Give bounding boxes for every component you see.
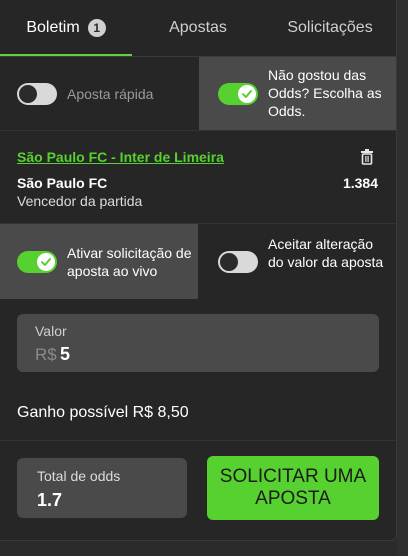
selection-odds: 1.384 [342, 175, 378, 191]
stake-currency: R$ [35, 345, 57, 364]
tab-apostas-label: Apostas [169, 19, 227, 36]
tab-boletim-label: Boletim [26, 19, 80, 36]
quick-bet-label: Aposta rápida [67, 86, 154, 102]
tab-bar: Boletim 1 Apostas Solicitações [0, 0, 396, 56]
choose-odds-cell: Não gostou das Odds? Escolha as Odds. [199, 57, 396, 130]
stake-amount-input[interactable]: 5 [60, 344, 70, 365]
toggle-knob [238, 85, 256, 103]
bet-slip-panel: Boletim 1 Apostas Solicitações Aposta rá… [0, 0, 397, 541]
tab-solicitacoes-label: Solicitações [287, 19, 373, 36]
toggle-knob [37, 253, 55, 271]
tab-boletim[interactable]: Boletim 1 [0, 0, 132, 56]
trash-icon[interactable] [360, 149, 374, 170]
check-icon [242, 90, 252, 98]
accept-change-label: Aceitar alteração do valor da aposta [268, 236, 384, 270]
toggle-knob [220, 253, 238, 271]
stake-label: Valor [35, 323, 67, 339]
page-edge [397, 0, 408, 556]
live-request-toggle[interactable] [17, 251, 57, 273]
bet-selection: São Paulo FC - Inter de Limeira São Paul… [0, 130, 396, 224]
accept-change-toggle[interactable] [218, 251, 258, 273]
toggle-knob [19, 85, 37, 103]
page-edge-bottom [0, 541, 397, 556]
tab-apostas[interactable]: Apostas [132, 0, 264, 56]
choose-odds-label: Não gostou das Odds? Escolha as Odds. [268, 67, 382, 119]
stake-field[interactable]: Valor R$ 5 [17, 314, 379, 372]
selection-name: São Paulo FC [17, 175, 108, 191]
check-icon [41, 258, 51, 266]
total-odds-value: 1.7 [37, 490, 63, 510]
total-odds-box: Total de odds 1.7 [17, 458, 187, 518]
total-odds-label: Total de odds [37, 468, 121, 484]
quick-bet-toggle[interactable] [17, 83, 57, 105]
tab-solicitacoes[interactable]: Solicitações [264, 0, 396, 56]
divider [0, 440, 396, 441]
options-row-mid: Ativar solicitação de aposta ao vivo Ace… [0, 223, 396, 299]
live-request-label: Ativar solicitação de aposta ao vivo [67, 245, 192, 279]
accept-change-cell: Aceitar alteração do valor da aposta [199, 224, 396, 299]
choose-odds-toggle[interactable] [218, 83, 258, 105]
options-row-top: Aposta rápida Não gostou das Odds? Escol… [0, 57, 396, 130]
tab-boletim-badge: 1 [87, 19, 106, 37]
request-bet-button[interactable]: SOLICITAR UMA APOSTA [207, 456, 379, 520]
market-name: Vencedor da partida [17, 193, 143, 209]
potential-win: Ganho possível R$ 8,50 [17, 404, 189, 421]
match-title-link[interactable]: São Paulo FC - Inter de Limeira [17, 149, 224, 165]
live-request-cell: Ativar solicitação de aposta ao vivo [0, 224, 198, 299]
quick-bet-cell: Aposta rápida [0, 57, 198, 130]
